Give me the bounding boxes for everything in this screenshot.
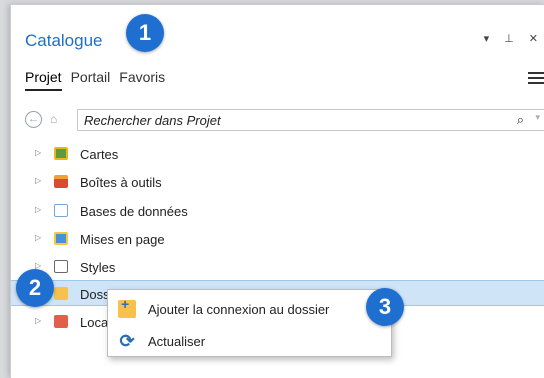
search-input[interactable] [84,112,464,128]
menu-item-refresh[interactable]: ⟳ Actualiser [108,326,391,356]
expand-arrow-icon[interactable]: ▷ [35,148,41,157]
tree-item-bases-de-donnees[interactable]: ▷ Bases de données [11,198,544,224]
tree-item-label: Styles [80,260,116,275]
pane-window-controls[interactable]: ▾ ⊥ ✕ [484,32,544,45]
locators-icon [54,315,68,328]
callout-badge-2: 2 [16,269,54,307]
maps-icon [54,147,68,160]
tree-item-label: Cartes [80,147,119,162]
search-box: ⌕ ▾ [77,109,544,131]
tree-item-mises-en-page[interactable]: ▷ Mises en page [11,226,544,252]
styles-icon [54,260,68,273]
database-icon [54,204,68,217]
tab-portail[interactable]: Portail [71,69,111,91]
expand-arrow-icon[interactable]: ▷ [35,233,41,242]
tree-item-boites-a-outils[interactable]: ▷ Boîtes à outils [11,169,544,195]
menu-item-label: Actualiser [148,334,206,349]
expand-arrow-icon[interactable]: ▷ [35,205,41,214]
toolbox-icon [54,175,68,188]
folder-icon [54,287,68,300]
chevron-down-icon[interactable]: ▾ [535,112,540,123]
callout-badge-3: 3 [366,288,404,326]
expand-arrow-icon[interactable]: ▷ [35,316,41,325]
menu-item-add-folder-connection[interactable]: Ajouter la connexion au dossier [108,294,391,324]
tree-item-cartes[interactable]: ▷ Cartes [11,141,544,167]
tab-projet[interactable]: Projet [25,69,62,91]
catalogue-tabs: Projet Portail Favoris [25,69,165,91]
tree-item-label: Boîtes à outils [80,175,162,190]
search-row: ← ⌂ ⌕ ▾ [25,109,544,131]
tab-favoris[interactable]: Favoris [119,69,165,91]
tree-item-label: Bases de données [80,204,188,219]
search-icon[interactable]: ⌕ [517,112,524,128]
menu-item-label: Ajouter la connexion au dossier [148,302,330,317]
refresh-icon: ⟳ [119,331,135,351]
back-icon[interactable]: ← [25,111,42,128]
tree-item-styles[interactable]: ▷ Styles [11,254,544,280]
layout-icon [54,232,68,245]
context-menu: Ajouter la connexion au dossier ⟳ Actual… [107,289,392,357]
callout-badge-1: 1 [126,14,164,52]
expand-arrow-icon[interactable]: ▷ [35,176,41,185]
tree-item-label: Mises en page [80,232,165,247]
add-folder-connection-icon [118,296,136,318]
home-icon[interactable]: ⌂ [50,112,64,126]
menu-icon[interactable] [528,72,544,87]
pane-title: Catalogue [25,31,103,50]
